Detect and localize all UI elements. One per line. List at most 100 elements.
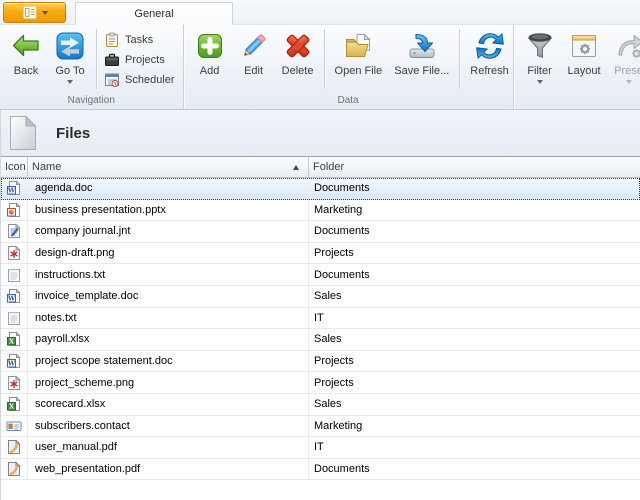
file-row-instructions-txt[interactable]: instructions.txt Documents	[1, 264, 640, 286]
file-row-user-manual-pdf[interactable]: user_manual.pdf IT	[1, 437, 640, 459]
file-icon-cell	[1, 264, 28, 285]
file-row-design-draft-png[interactable]: design-draft.png Projects	[1, 243, 640, 265]
file-row-agenda-doc[interactable]: W agenda.doc Documents	[1, 178, 640, 200]
file-row-business-presentation-pptx[interactable]: business presentation.pptx Marketing	[1, 200, 640, 222]
ribbon-button-filter[interactable]: Filter	[518, 28, 562, 84]
file-row-project-scope-statement-doc[interactable]: W project scope statement.doc Projects	[1, 351, 640, 373]
word-file-icon: W	[6, 180, 22, 196]
ribbon-separator	[96, 29, 97, 89]
ribbon-button-projects[interactable]: Projects	[101, 50, 183, 70]
files-page-icon	[9, 115, 37, 151]
file-icon-cell	[1, 200, 28, 221]
ribbon-button-label: Scheduler	[125, 74, 175, 86]
file-folder-cell: Sales	[309, 394, 640, 415]
file-name-cell: scorecard.xlsx	[28, 394, 309, 415]
application-menu-button[interactable]	[3, 2, 66, 23]
text-file-icon	[6, 267, 22, 283]
file-row-subscribers-contact[interactable]: subscribers.contact Marketing	[1, 416, 640, 438]
ribbon-button-label: Filter	[527, 65, 551, 77]
edit-icon	[238, 30, 270, 62]
content-area: Files Icon Name Folder W agenda.doc Docu…	[0, 110, 640, 500]
file-icon-cell	[1, 221, 28, 242]
ribbon-groups: Back Go To Tasks Projects Scheduler Navi…	[0, 25, 640, 109]
file-folder-cell: Sales	[309, 286, 640, 307]
ribbon-button-save-file[interactable]: Save File...	[388, 28, 455, 77]
file-name-cell: user_manual.pdf	[28, 437, 309, 458]
ribbon-button-stack: Tasks Projects Scheduler	[101, 28, 183, 90]
ribbon-button-label: Tasks	[125, 34, 153, 46]
ribbon-button-label: Projects	[125, 54, 165, 66]
file-name-cell: payroll.xlsx	[28, 329, 309, 350]
file-row-project-scheme-png[interactable]: project_scheme.png Projects	[1, 372, 640, 394]
ribbon-button-add[interactable]: Add	[188, 28, 232, 77]
open-file-icon	[342, 30, 374, 62]
ribbon-group-content: Filter Layout Prese	[514, 25, 640, 91]
ribbon-button-open-file[interactable]: Open File	[329, 28, 389, 77]
ribbon-button-go-to[interactable]: Go To	[48, 28, 92, 84]
ribbon-button-label: Open File	[335, 65, 383, 77]
ribbon-button-prese: Prese	[607, 28, 640, 84]
files-grid: Icon Name Folder W agenda.doc Documents …	[1, 157, 640, 480]
file-name-cell: project scope statement.doc	[28, 351, 309, 372]
ribbon-group: Add Edit Delete Open File Save File... R…	[184, 25, 514, 109]
file-name-cell: instructions.txt	[28, 264, 309, 285]
panel-header: Files	[1, 110, 640, 157]
file-name-cell: web_presentation.pdf	[28, 459, 309, 480]
sort-ascending-icon	[293, 165, 299, 170]
save-file-icon	[406, 30, 438, 62]
page-title: Files	[56, 125, 90, 142]
ribbon-button-label: Prese	[614, 65, 640, 77]
file-row-scorecard-xlsx[interactable]: X scorecard.xlsx Sales	[1, 394, 640, 416]
word-file-icon: W	[6, 353, 22, 369]
file-row-notes-txt[interactable]: notes.txt IT	[1, 308, 640, 330]
column-label: Icon	[5, 161, 26, 173]
chevron-down-icon	[626, 80, 632, 84]
grid-rows: W agenda.doc Documents business presenta…	[1, 178, 640, 480]
contact-file-icon	[6, 418, 22, 434]
excel-file-icon: X	[6, 331, 22, 347]
file-name-cell: subscribers.contact	[28, 416, 309, 437]
delete-icon	[282, 30, 314, 62]
ribbon-button-layout[interactable]: Layout	[562, 28, 607, 77]
tab-general[interactable]: General	[75, 2, 233, 25]
column-header-icon[interactable]: Icon	[1, 157, 28, 177]
ribbon-button-scheduler[interactable]: Scheduler	[101, 70, 183, 90]
file-folder-cell: Documents	[309, 221, 640, 242]
file-name-cell: project_scheme.png	[28, 372, 309, 393]
file-icon-cell	[1, 308, 28, 329]
file-row-invoice-template-doc[interactable]: W invoice_template.doc Sales	[1, 286, 640, 308]
grid-header: Icon Name Folder	[1, 157, 640, 178]
chevron-down-icon	[67, 80, 73, 84]
ribbon-button-back[interactable]: Back	[4, 28, 48, 77]
image-file-icon	[6, 245, 22, 261]
ribbon-button-edit[interactable]: Edit	[232, 28, 276, 77]
file-name-cell: business presentation.pptx	[28, 200, 309, 221]
excel-file-icon: X	[6, 396, 22, 412]
column-header-name[interactable]: Name	[28, 157, 309, 177]
ribbon-button-label: Edit	[244, 65, 263, 77]
presentation-icon	[613, 30, 640, 62]
file-folder-cell: IT	[309, 437, 640, 458]
file-icon-cell	[1, 459, 28, 480]
file-folder-cell: Projects	[309, 372, 640, 393]
ribbon-button-delete[interactable]: Delete	[276, 28, 320, 77]
ribbon-button-label: Add	[200, 65, 220, 77]
ribbon-button-tasks[interactable]: Tasks	[101, 30, 183, 50]
column-header-folder[interactable]: Folder	[309, 157, 640, 177]
filter-icon	[524, 30, 556, 62]
file-row-company-journal-jnt[interactable]: company journal.jnt Documents	[1, 221, 640, 243]
file-folder-cell: Marketing	[309, 200, 640, 221]
file-icon-cell	[1, 372, 28, 393]
scheduler-icon	[104, 72, 120, 88]
ribbon-button-refresh[interactable]: Refresh	[464, 28, 515, 77]
journal-file-icon	[6, 223, 22, 239]
file-row-payroll-xlsx[interactable]: X payroll.xlsx Sales	[1, 329, 640, 351]
file-icon-cell	[1, 437, 28, 458]
layout-icon	[568, 30, 600, 62]
file-row-web-presentation-pdf[interactable]: web_presentation.pdf Documents	[1, 459, 640, 481]
svg-text:W: W	[7, 360, 16, 368]
go-to-icon	[54, 30, 86, 62]
ribbon-group-content: Add Edit Delete Open File Save File... R…	[184, 25, 513, 91]
file-name-cell: agenda.doc	[28, 178, 309, 199]
file-folder-cell: IT	[309, 308, 640, 329]
